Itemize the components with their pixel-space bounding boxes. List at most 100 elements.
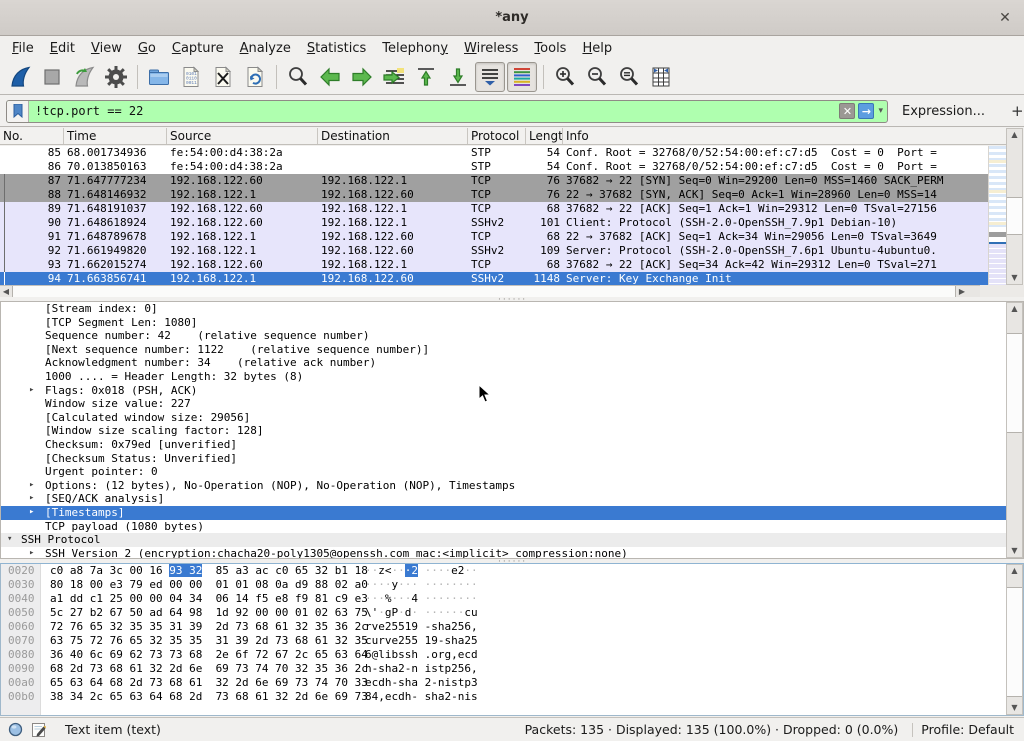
packet-list-header[interactable]: No.TimeSourceDestinationProtocolLengthIn… xyxy=(0,128,1007,145)
scrollbar-thumb[interactable] xyxy=(1007,587,1022,697)
restart-capture-button[interactable] xyxy=(69,62,99,92)
hex-ascii[interactable]: ···%···4 ········ xyxy=(353,592,478,606)
hex-bytes[interactable]: 80 18 00 e3 79 ed 00 00 01 01 08 0a d9 8… xyxy=(41,578,353,592)
hex-ascii[interactable]: ecdh-sha 2-nistp3 xyxy=(353,676,478,690)
filter-bookmark-button[interactable] xyxy=(7,101,29,122)
detail-row[interactable]: [Stream index: 0] xyxy=(1,302,1023,316)
packet-row-87[interactable]: 8771.647777234192.168.122.60192.168.122.… xyxy=(0,174,988,188)
profile-status[interactable]: Profile: Default xyxy=(921,722,1014,737)
scrollbar-thumb[interactable] xyxy=(1007,197,1022,235)
capture-comment-icon[interactable] xyxy=(31,722,47,738)
scroll-down-icon[interactable]: ▼ xyxy=(1007,702,1022,714)
hex-ascii[interactable]: h-sha2-n istp256, xyxy=(353,662,478,676)
hex-ascii[interactable]: 6@libssh .org,ecd xyxy=(353,648,478,662)
add-filter-button[interactable]: + xyxy=(1005,102,1024,120)
hex-ascii[interactable]: rve25519 -sha256, xyxy=(353,620,478,634)
hex-ascii[interactable]: 84,ecdh- sha2-nis xyxy=(353,690,478,704)
packet-row-92[interactable]: 9271.661949820192.168.122.1192.168.122.6… xyxy=(0,244,988,258)
go-back-button[interactable] xyxy=(315,62,345,92)
title-bar[interactable]: *any ✕ xyxy=(0,0,1024,36)
zoom-out-button[interactable] xyxy=(582,62,612,92)
reload-file-button[interactable] xyxy=(240,62,270,92)
column-header-time[interactable]: Time xyxy=(64,128,167,144)
hex-row-0080[interactable]: 008036 40 6c 69 62 73 73 68 2e 6f 72 67 … xyxy=(1,648,1023,662)
scroll-up-icon[interactable]: ▲ xyxy=(1007,129,1022,141)
menu-tools[interactable]: Tools xyxy=(526,39,574,58)
detail-row[interactable]: ▸Flags: 0x018 (PSH, ACK) xyxy=(1,384,1023,398)
packet-row-93[interactable]: 9371.662015274192.168.122.60192.168.122.… xyxy=(0,258,988,272)
expression-button[interactable]: Expression... xyxy=(902,104,985,119)
packet-row-85[interactable]: 8568.001734936fe:54:00:d4:38:2aSTP54Conf… xyxy=(0,146,988,160)
menu-help[interactable]: Help xyxy=(574,39,620,58)
hscrollbar-thumb[interactable] xyxy=(12,286,956,297)
open-file-button[interactable] xyxy=(144,62,174,92)
packet-row-86[interactable]: 8670.013850163fe:54:00:d4:38:2aSTP54Conf… xyxy=(0,160,988,174)
collapsed-arrow-icon[interactable]: ▸ xyxy=(29,479,34,493)
detail-row[interactable]: Sequence number: 42 (relative sequence n… xyxy=(1,329,1023,343)
collapsed-arrow-icon[interactable]: ▸ xyxy=(29,492,34,506)
scroll-up-icon[interactable]: ▲ xyxy=(1007,303,1022,315)
hex-ascii[interactable]: \'·gP·d· ······cu xyxy=(353,606,478,620)
find-packet-button[interactable] xyxy=(283,62,313,92)
hex-bytes[interactable]: 72 76 65 32 35 35 31 39 2d 73 68 61 32 3… xyxy=(41,620,353,634)
packet-row-88[interactable]: 8871.648146932192.168.122.1192.168.122.6… xyxy=(0,188,988,202)
hex-bytes[interactable]: 36 40 6c 69 62 73 73 68 2e 6f 72 67 2c 6… xyxy=(41,648,353,662)
hex-row-0070[interactable]: 007063 75 72 76 65 32 35 35 31 39 2d 73 … xyxy=(1,634,1023,648)
detail-row[interactable]: ▸[Timestamps] xyxy=(1,506,1023,520)
menu-telephony[interactable]: Telephony xyxy=(374,39,456,58)
go-to-packet-button[interactable] xyxy=(379,62,409,92)
column-header-info[interactable]: Info xyxy=(563,128,1007,144)
scrollbar-thumb[interactable] xyxy=(1007,333,1022,433)
hex-bytes[interactable]: 63 75 72 76 65 32 35 35 31 39 2d 73 68 6… xyxy=(41,634,353,648)
detail-row[interactable]: ▸Options: (12 bytes), No-Operation (NOP)… xyxy=(1,479,1023,493)
display-filter-input[interactable]: !tcp.port == 22 ✕ → ▾ xyxy=(6,100,888,123)
go-last-packet-button[interactable] xyxy=(443,62,473,92)
detail-row[interactable]: [Calculated window size: 29056] xyxy=(1,411,1023,425)
scroll-down-icon[interactable]: ▼ xyxy=(1007,545,1022,557)
detail-row[interactable]: TCP payload (1080 bytes) xyxy=(1,520,1023,534)
packet-row-94[interactable]: 9471.663856741192.168.122.1192.168.122.6… xyxy=(0,272,988,285)
detail-row[interactable]: ▸[SEQ/ACK analysis] xyxy=(1,492,1023,506)
hex-ascii[interactable]: ····y··· ········ xyxy=(353,578,478,592)
hex-bytes[interactable]: 38 34 2c 65 63 64 68 2d 73 68 61 32 2d 6… xyxy=(41,690,353,704)
collapsed-arrow-icon[interactable]: ▸ xyxy=(29,384,34,398)
hex-row-0050[interactable]: 00505c 27 b2 67 50 ad 64 98 1d 92 00 00 … xyxy=(1,606,1023,620)
scroll-left-icon[interactable]: ◀ xyxy=(0,286,12,297)
hex-row-0030[interactable]: 003080 18 00 e3 79 ed 00 00 01 01 08 0a … xyxy=(1,578,1023,592)
hex-row-0020[interactable]: 0020c0 a8 7a 3c 00 16 93 32 85 a3 ac c0 … xyxy=(1,564,1023,578)
detail-row[interactable]: Urgent pointer: 0 xyxy=(1,465,1023,479)
packet-list-scrollbar[interactable]: ▲ ▼ xyxy=(1006,128,1023,285)
menu-edit[interactable]: Edit xyxy=(42,39,83,58)
hex-row-00b0[interactable]: 00b038 34 2c 65 63 64 68 2d 73 68 61 32 … xyxy=(1,690,1023,704)
detail-row[interactable]: [Window size scaling factor: 128] xyxy=(1,424,1023,438)
stop-capture-button[interactable] xyxy=(37,62,67,92)
start-capture-button[interactable] xyxy=(5,62,35,92)
details-scrollbar[interactable]: ▲ ▼ xyxy=(1006,302,1023,558)
column-header-protocol[interactable]: Protocol xyxy=(468,128,526,144)
scroll-right-icon[interactable]: ▶ xyxy=(956,286,968,297)
menu-capture[interactable]: Capture xyxy=(164,39,232,58)
zoom-in-button[interactable] xyxy=(550,62,580,92)
go-first-packet-button[interactable] xyxy=(411,62,441,92)
filter-expression-value[interactable]: !tcp.port == 22 xyxy=(29,104,839,118)
packet-list-hscrollbar[interactable]: ◀ ▶ xyxy=(0,285,980,297)
hex-row-0040[interactable]: 0040a1 dd c1 25 00 00 04 34 06 14 f5 e8 … xyxy=(1,592,1023,606)
scroll-down-icon[interactable]: ▼ xyxy=(1007,272,1022,284)
collapsed-arrow-icon[interactable]: ▸ xyxy=(29,547,34,559)
hex-row-0060[interactable]: 006072 76 65 32 35 35 31 39 2d 73 68 61 … xyxy=(1,620,1023,634)
colorize-toggle[interactable] xyxy=(507,62,537,92)
save-file-button[interactable]: 010101100011 xyxy=(176,62,206,92)
hex-bytes[interactable]: 5c 27 b2 67 50 ad 64 98 1d 92 00 00 01 0… xyxy=(41,606,353,620)
menu-analyze[interactable]: Analyze xyxy=(232,39,299,58)
detail-row[interactable]: [Next sequence number: 1122 (relative se… xyxy=(1,343,1023,357)
hex-bytes[interactable]: 65 63 64 68 2d 73 68 61 32 2d 6e 69 73 7… xyxy=(41,676,353,690)
hex-row-0090[interactable]: 009068 2d 73 68 61 32 2d 6e 69 73 74 70 … xyxy=(1,662,1023,676)
packet-row-89[interactable]: 8971.648191037192.168.122.60192.168.122.… xyxy=(0,202,988,216)
collapsed-arrow-icon[interactable]: ▸ xyxy=(29,506,34,520)
close-icon[interactable]: ✕ xyxy=(996,9,1014,27)
column-header-length[interactable]: Length xyxy=(526,128,563,144)
expanded-arrow-icon[interactable]: ▾ xyxy=(7,533,12,547)
hex-scrollbar[interactable]: ▲ ▼ xyxy=(1006,564,1023,715)
resize-columns-button[interactable] xyxy=(646,62,676,92)
hex-ascii[interactable]: ··z<···2 ····e2·· xyxy=(353,564,478,578)
